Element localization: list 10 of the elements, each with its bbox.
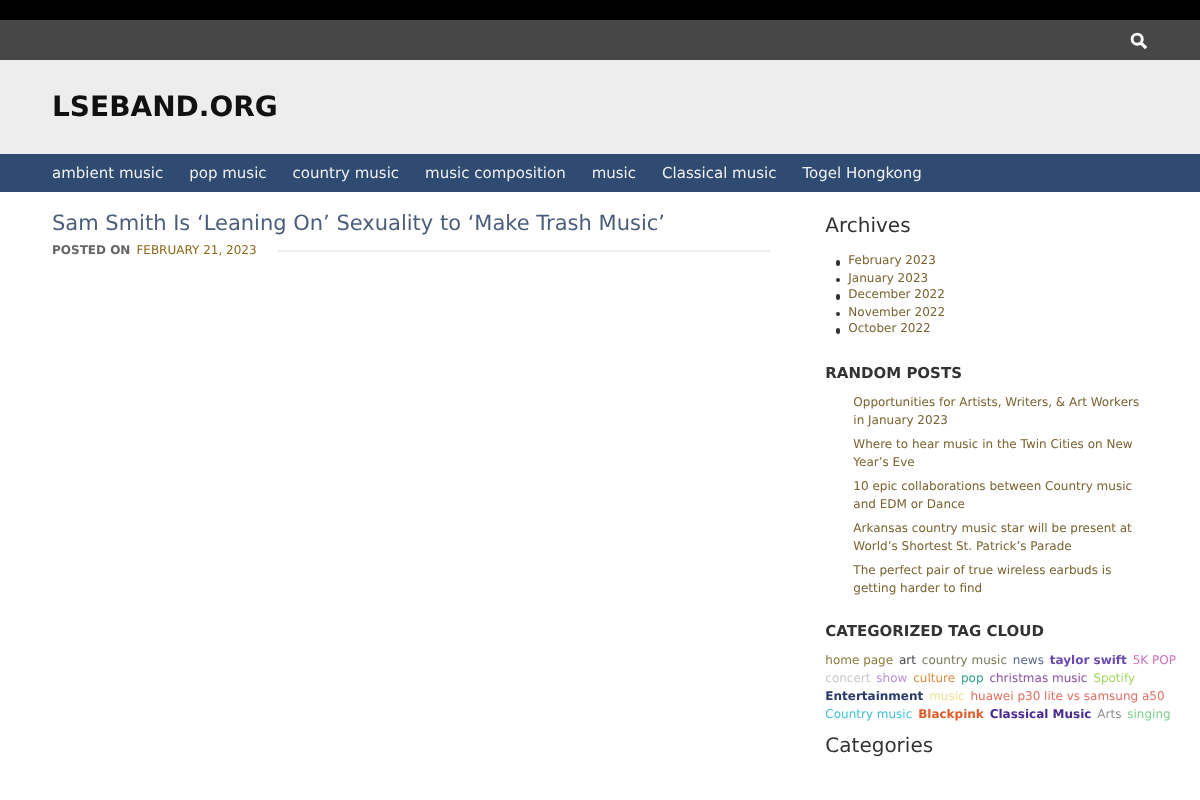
widget-title: Categories [825, 735, 936, 758]
search-icon[interactable] [1130, 31, 1148, 49]
post-title[interactable]: Sam Smith Is ‘Leaning On’ Sexuality to ‘Make Trash Music’ [52, 212, 770, 236]
bullet-icon [835, 260, 841, 266]
bullet-icon [835, 328, 841, 334]
bullet-icon [835, 294, 841, 300]
bullet-icon [835, 311, 841, 317]
site-title[interactable]: LSEBAND.ORG [52, 91, 278, 123]
widget-title: Archives [825, 216, 913, 238]
bullet-icon [835, 277, 841, 283]
